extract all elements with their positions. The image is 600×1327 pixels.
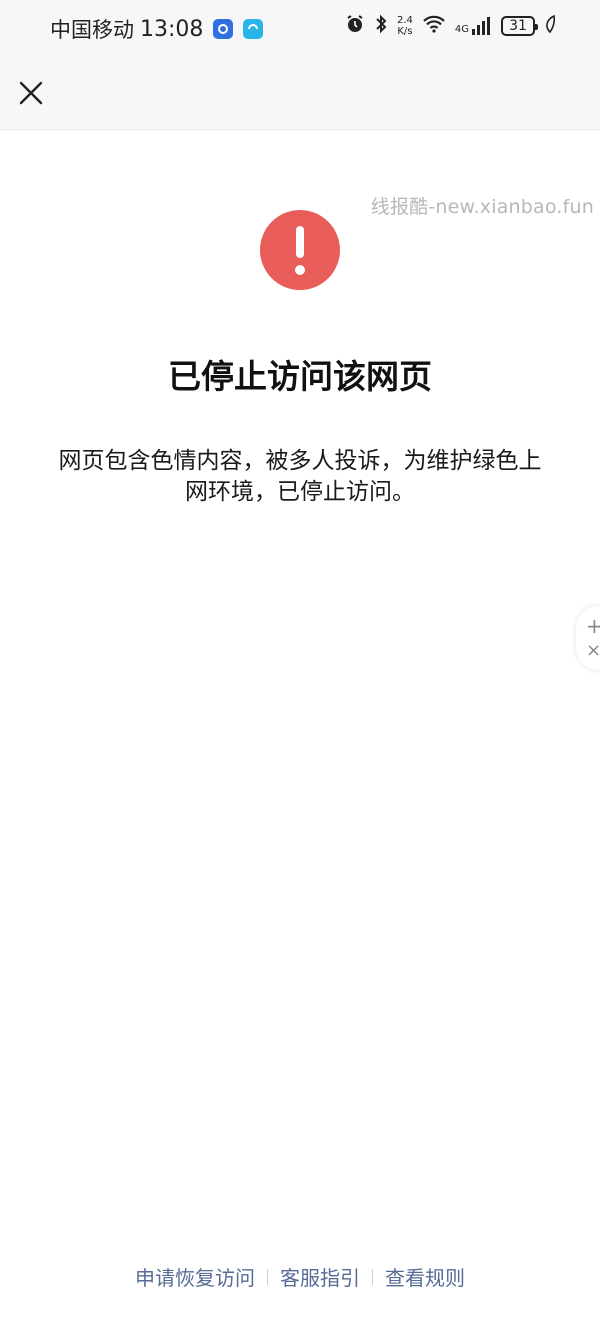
network-speed-unit: K/s xyxy=(397,26,413,37)
status-right: 2.4 K/s 4G 31 xyxy=(345,14,556,38)
close-icon xyxy=(19,81,43,105)
battery-indicator: 31 xyxy=(501,16,538,36)
block-reason-text: 网页包含色情内容，被多人投诉，为维护绿色上网环境，已停止访问。 xyxy=(58,448,542,505)
clock: 13:08 xyxy=(140,16,204,42)
floating-side-widget[interactable]: + × xyxy=(576,606,600,670)
exclamation-icon xyxy=(260,210,340,290)
cellular-signal-icon: 4G xyxy=(455,17,492,35)
bluetooth-icon xyxy=(374,14,388,38)
eco-leaf-icon xyxy=(544,14,556,37)
status-left: 中国移动 13:08 xyxy=(50,14,264,44)
carrier-label: 中国移动 xyxy=(50,18,134,42)
network-speed: 2.4 K/s xyxy=(397,15,413,37)
plus-icon[interactable]: + xyxy=(586,614,600,638)
footer-links: 申请恢复访问 客服指引 查看规则 xyxy=(0,1262,600,1291)
screen: 中国移动 13:08 2.4 K/s 4G 31 线报酷-new.xianbao… xyxy=(0,0,600,1327)
signal-type-label: 4G xyxy=(454,24,469,35)
view-rules-link[interactable]: 查看规则 xyxy=(385,1262,465,1291)
status-bar: 中国移动 13:08 2.4 K/s 4G 31 xyxy=(0,0,600,58)
page-title: 已停止访问该网页 xyxy=(168,357,432,396)
nav-bar xyxy=(0,58,600,130)
footer-divider xyxy=(267,1268,268,1285)
dismiss-icon[interactable]: × xyxy=(586,640,600,661)
customer-service-guide-link[interactable]: 客服指引 xyxy=(280,1262,360,1291)
wifi-icon xyxy=(422,15,446,37)
network-speed-value: 2.4 xyxy=(396,15,413,26)
footer-divider xyxy=(372,1268,373,1285)
request-restore-access-link[interactable]: 申请恢复访问 xyxy=(135,1262,255,1291)
app-notification-icon xyxy=(213,19,234,39)
alarm-icon xyxy=(345,14,365,38)
browser-notification-icon xyxy=(243,19,264,39)
close-button[interactable] xyxy=(14,76,48,110)
battery-level: 31 xyxy=(509,18,527,34)
watermark-text: 线报酷-new.xianbao.fun xyxy=(370,196,594,218)
